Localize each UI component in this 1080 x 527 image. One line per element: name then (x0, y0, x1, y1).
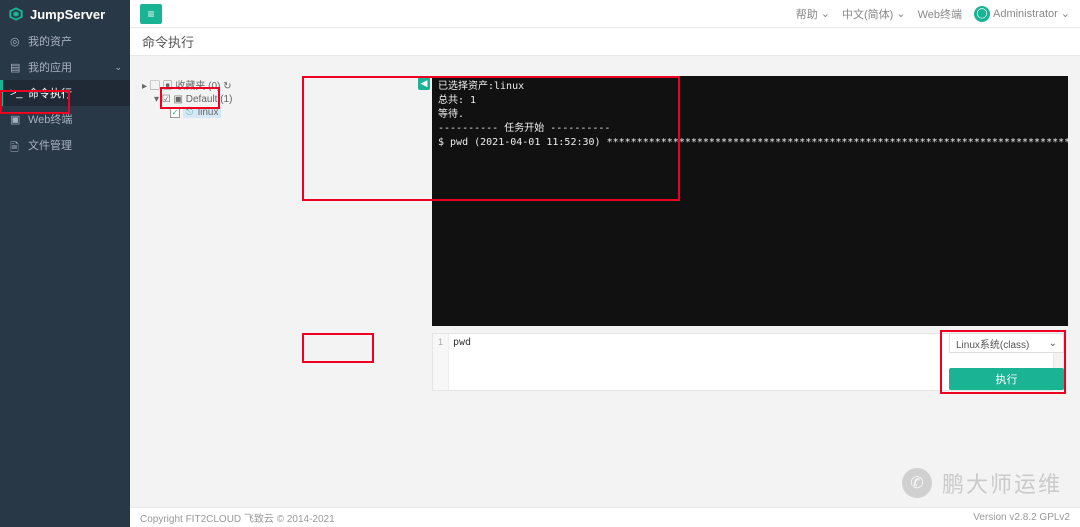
content-area: ▸ ▢ ▣ 收藏夹 (0) ↻ ▾ ☑ ▣ Default (1) ✓ ⎋ li… (130, 56, 1080, 507)
nav-my-apps[interactable]: ▤ 我的应用 ⌄ (0, 54, 130, 80)
wechat-icon: ✆ (902, 468, 932, 498)
asset-tree: ▸ ▢ ▣ 收藏夹 (0) ↻ ▾ ☑ ▣ Default (1) ✓ ⎋ li… (138, 76, 288, 119)
chevron-down-icon: ⌄ (896, 7, 905, 20)
chevron-down-icon: ⌄ (1049, 338, 1057, 349)
user-menu[interactable]: ◯ Administrator ⌄ (974, 6, 1070, 22)
tree-collapse-handle[interactable]: ◀ (418, 76, 430, 90)
apps-icon: ▤ (10, 61, 22, 73)
web-terminal-link[interactable]: Web终端 (918, 6, 962, 22)
watermark-text: 鹏大师运维 (942, 467, 1062, 499)
system-user-select[interactable]: Linux系统(class) ⌄ (949, 333, 1064, 353)
nav-label: Web终端 (28, 111, 72, 127)
version: Version v2.8.2 GPLv2 (973, 512, 1070, 523)
logo[interactable]: JumpServer (0, 0, 130, 28)
nav-web-terminal[interactable]: ▣ Web终端 (0, 106, 130, 132)
language-switch[interactable]: 中文(简体)⌄ (842, 6, 906, 22)
sidebar-toggle-button[interactable]: ≡ (140, 4, 162, 24)
tree-favorites[interactable]: ▸ ▢ ▣ 收藏夹 (0) ↻ (138, 76, 288, 93)
asset-icon: ⎋ (186, 107, 193, 117)
tree-default-group[interactable]: ▾ ☑ ▣ Default (1) (138, 93, 288, 106)
terminal-icon: >_ (10, 87, 22, 99)
webterm-icon: ▣ (10, 113, 22, 125)
sidebar: JumpServer ◎ 我的资产 ▤ 我的应用 ⌄ >_ 命令执行 ▣ Web… (0, 0, 130, 527)
terminal-output[interactable]: 已选择资产:linux 总共: 1 等待. ---------- 任务开始 --… (432, 76, 1068, 326)
footer: Copyright FIT2CLOUD 飞致云 © 2014-2021 Vers… (130, 507, 1080, 527)
topbar: ≡ 帮助⌄ 中文(简体)⌄ Web终端 ◯ Administrator ⌄ (130, 0, 1080, 28)
nav-command-exec[interactable]: >_ 命令执行 (0, 80, 130, 106)
copyright: Copyright FIT2CLOUD 飞致云 © 2014-2021 (140, 510, 335, 525)
brand-text: JumpServer (30, 7, 105, 22)
nav-label: 命令执行 (28, 85, 72, 101)
assets-icon: ◎ (10, 35, 22, 47)
nav-label: 文件管理 (28, 137, 72, 153)
nav-label: 我的应用 (28, 59, 72, 75)
watermark: ✆ 鹏大师运维 (902, 467, 1062, 499)
tree-asset-row[interactable]: ✓ ⎋ linux (138, 106, 288, 119)
logo-icon (8, 6, 24, 22)
chevron-down-icon: ⌄ (1061, 7, 1070, 20)
file-icon: 🗎 (10, 139, 22, 151)
execute-button[interactable]: 执行 (949, 368, 1064, 390)
chevron-down-icon: ⌄ (821, 7, 830, 20)
asset-name: linux (198, 107, 219, 118)
nav-label: 我的资产 (28, 33, 72, 49)
line-gutter: 1 (433, 334, 449, 390)
help-link[interactable]: 帮助⌄ (796, 6, 830, 22)
user-avatar-icon: ◯ (974, 6, 990, 22)
asset-checkbox[interactable]: ✓ (170, 108, 180, 118)
chevron-down-icon: ⌄ (114, 62, 122, 73)
page-title: 命令执行 (130, 28, 1080, 56)
nav-my-assets[interactable]: ◎ 我的资产 (0, 28, 130, 54)
command-text: pwd (453, 337, 471, 348)
nav-file-manager[interactable]: 🗎 文件管理 (0, 132, 130, 158)
